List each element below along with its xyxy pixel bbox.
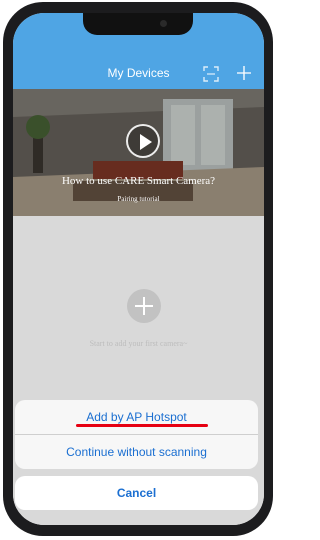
- add-by-ap-hotspot-button[interactable]: Add by AP Hotspot: [15, 400, 258, 434]
- add-camera-icon[interactable]: [127, 289, 161, 323]
- play-icon[interactable]: [126, 124, 160, 158]
- scan-icon[interactable]: [203, 66, 219, 82]
- page-title: My Devices: [107, 66, 170, 80]
- front-camera-icon: [160, 20, 167, 27]
- action-sheet: Add by AP Hotspot Continue without scann…: [15, 400, 258, 469]
- banner-title: How to use CARE Smart Camera?: [61, 175, 216, 187]
- banner-subtitle: Pairing tutorial: [117, 195, 160, 203]
- add-device-icon[interactable]: [235, 64, 253, 82]
- highlight-underline: [76, 424, 208, 427]
- continue-without-scanning-button[interactable]: Continue without scanning: [15, 435, 258, 469]
- phone-notch: [83, 13, 193, 35]
- cancel-button[interactable]: Cancel: [15, 476, 258, 510]
- empty-state-text: Start to add your first camera~: [89, 339, 188, 348]
